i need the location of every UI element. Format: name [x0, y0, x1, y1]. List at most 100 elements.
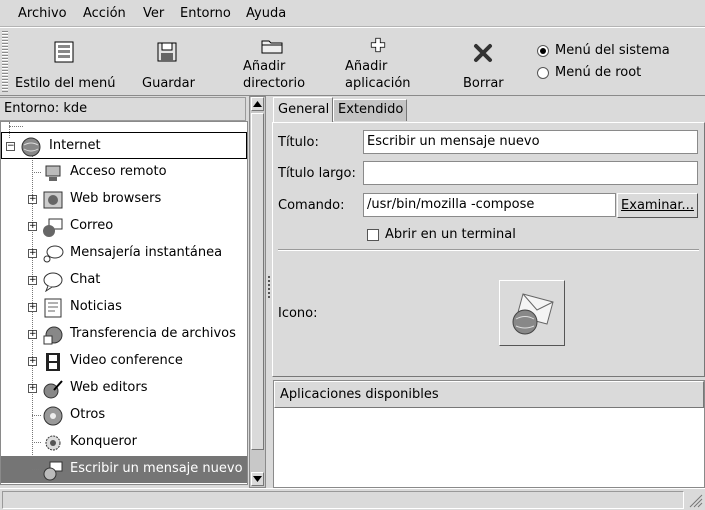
- tree-item-label: Acceso remoto: [70, 164, 167, 179]
- tree-connector: [32, 442, 41, 443]
- scroll-down-arrow[interactable]: [251, 472, 264, 486]
- folder-icon: [261, 40, 283, 54]
- tab-extendido[interactable]: Extendido: [333, 99, 407, 121]
- tree-item-chat[interactable]: + Chat: [1, 267, 247, 294]
- tree-item-correo[interactable]: + Correo: [1, 213, 247, 240]
- triangle-down-icon: [253, 476, 262, 482]
- expand-icon[interactable]: +: [28, 222, 37, 231]
- scroll-up-arrow[interactable]: [251, 97, 264, 111]
- radio-system-label: Menú del sistema: [555, 43, 670, 58]
- add-directory-label-1: Añadir: [243, 59, 286, 74]
- command-field[interactable]: /usr/bin/mozilla -compose: [363, 193, 616, 217]
- add-application-label-2: aplicación: [345, 76, 411, 91]
- menubar: Archivo Acción Ver Entorno Ayuda: [0, 0, 705, 27]
- web-browser-icon: [43, 191, 63, 209]
- toolbar-handle[interactable]: [2, 30, 8, 92]
- tree-item-transferencia[interactable]: + Transferencia de archivos: [1, 321, 247, 348]
- globe-icon: [21, 137, 41, 157]
- menu-archivo[interactable]: Archivo: [18, 6, 67, 21]
- menu-entorno[interactable]: Entorno: [180, 6, 231, 21]
- tree-item-escribir-mensaje[interactable]: Escribir un mensaje nuevo: [1, 456, 247, 483]
- tree-item-label: Chat: [70, 272, 101, 287]
- add-application-label-1: Añadir: [345, 59, 388, 74]
- film-icon: [46, 353, 60, 371]
- mail-icon: [43, 218, 63, 237]
- tree-item-mensajeria[interactable]: + Mensajería instantánea: [1, 240, 247, 267]
- delete-label: Borrar: [463, 76, 504, 91]
- compose-mail-icon: [512, 293, 554, 335]
- tree-item-internet[interactable]: − Internet: [1, 132, 247, 159]
- menu-style-label: Estilo del menú: [15, 76, 116, 91]
- tree-item-noticias[interactable]: + Noticias: [1, 294, 247, 321]
- radio-system-indicator[interactable]: [537, 44, 549, 57]
- web-editor-icon: [43, 380, 63, 399]
- tree-item-label: Web editors: [70, 380, 148, 395]
- tree-item-label: Konqueror: [70, 434, 137, 449]
- misc-icon: [43, 406, 63, 426]
- available-apps-list[interactable]: Aplicaciones disponibles: [273, 380, 705, 488]
- add-directory-label-2: directorio: [243, 76, 306, 91]
- expand-icon[interactable]: +: [28, 357, 37, 366]
- tree-item-label: Noticias: [70, 299, 122, 314]
- tree-item-label: Correo: [70, 218, 114, 233]
- available-apps-header[interactable]: Aplicaciones disponibles: [274, 381, 704, 408]
- tree-scrollbar[interactable]: [249, 96, 266, 488]
- radio-root-label: Menú de root: [555, 65, 642, 80]
- icon-picker-button[interactable]: [499, 280, 565, 346]
- resize-grip-icon[interactable]: [687, 492, 703, 508]
- expand-icon[interactable]: +: [28, 195, 37, 204]
- menu-ayuda[interactable]: Ayuda: [246, 6, 286, 21]
- delete-x-icon: [474, 44, 492, 62]
- tree-item-label: Escribir un mensaje nuevo: [70, 461, 243, 476]
- radio-root-indicator[interactable]: [537, 66, 549, 79]
- tree-item-web-browsers[interactable]: + Web browsers: [1, 186, 247, 213]
- tree-item-video-conference[interactable]: + Video conference: [1, 348, 247, 375]
- expand-icon[interactable]: +: [28, 330, 37, 339]
- tree-item-konqueror[interactable]: Konqueror: [1, 429, 247, 456]
- title-field[interactable]: Escribir un mensaje nuevo: [363, 130, 698, 154]
- add-application-button[interactable]: Añadir aplicación: [340, 28, 420, 96]
- floppy-icon: [157, 42, 177, 62]
- tree-item-web-editors[interactable]: + Web editors: [1, 375, 247, 402]
- browse-button[interactable]: Examinar...: [617, 193, 698, 218]
- expand-icon[interactable]: +: [28, 249, 37, 258]
- long-title-label: Título largo:: [278, 166, 356, 181]
- radio-system-menu[interactable]: Menú del sistema: [537, 43, 670, 58]
- konqueror-icon: [45, 435, 61, 451]
- long-title-field[interactable]: [363, 161, 698, 185]
- delete-button[interactable]: Borrar: [455, 28, 515, 96]
- menu-tree[interactable]: − Internet Acceso remoto + Web browsers …: [0, 121, 248, 485]
- tree-item-label: Otros: [70, 407, 106, 422]
- expand-icon[interactable]: +: [28, 276, 37, 285]
- radio-root-menu[interactable]: Menú de root: [537, 65, 641, 80]
- add-directory-button[interactable]: Añadir directorio: [238, 28, 318, 96]
- terminal-checkbox[interactable]: [367, 229, 379, 241]
- tree-item-otros[interactable]: Otros: [1, 402, 247, 429]
- plus-icon: [370, 37, 386, 53]
- menu-ver[interactable]: Ver: [143, 6, 164, 21]
- title-label: Título:: [278, 135, 319, 150]
- tree-item-label: Web browsers: [70, 191, 162, 206]
- tree-connector: [32, 172, 41, 173]
- scroll-thumb[interactable]: [251, 113, 264, 450]
- icon-label: Icono:: [278, 306, 318, 321]
- collapse-icon[interactable]: −: [6, 142, 15, 151]
- tree-connector: [9, 126, 23, 127]
- environment-label: Entorno: kde: [0, 97, 246, 121]
- menu-accion[interactable]: Acción: [83, 6, 126, 21]
- tab-general[interactable]: General: [273, 97, 333, 123]
- tree-item-acceso-remoto[interactable]: Acceso remoto: [1, 159, 247, 186]
- status-text-area: [2, 491, 684, 509]
- menu-style-button[interactable]: Estilo del menú: [10, 28, 120, 96]
- expand-icon[interactable]: +: [28, 303, 37, 312]
- status-bar: [0, 488, 705, 510]
- triangle-up-icon: [253, 101, 262, 107]
- expand-icon[interactable]: +: [28, 384, 37, 393]
- tree-item-label: Transferencia de archivos: [70, 326, 236, 341]
- general-tab-panel: Título: Escribir un mensaje nuevo Título…: [272, 122, 705, 377]
- tree-item-label: Video conference: [70, 353, 183, 368]
- terminal-label: Abrir en un terminal: [385, 227, 516, 242]
- command-label: Comando:: [278, 198, 345, 213]
- save-button[interactable]: Guardar: [135, 28, 205, 96]
- tree-connector: [32, 415, 41, 416]
